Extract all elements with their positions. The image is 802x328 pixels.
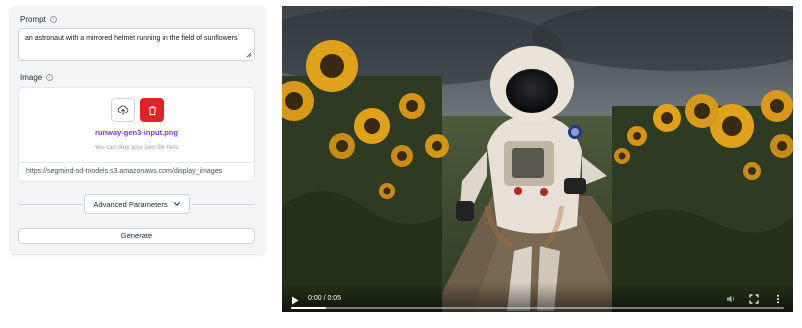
info-icon[interactable]: i — [49, 16, 57, 23]
video-controls: 0:00 / 0:05 — [282, 282, 793, 312]
upload-cloud-icon — [117, 105, 129, 115]
generate-button[interactable]: Generate — [18, 228, 255, 244]
info-icon[interactable]: i — [46, 74, 54, 81]
volume-icon[interactable] — [726, 294, 736, 304]
advanced-parameters-button[interactable]: Advanced Parameters — [84, 194, 190, 214]
divider-right — [192, 204, 255, 205]
video-progress-bar[interactable] — [291, 307, 784, 309]
video-frame — [282, 6, 793, 312]
uploaded-file-name[interactable]: runway-gen3-input.png — [19, 128, 254, 137]
input-panel: Prompt i an astronaut with a mirrored he… — [10, 6, 265, 254]
video-progress-fill — [291, 307, 326, 309]
resize-handle-icon[interactable] — [246, 52, 252, 58]
sunflowers-left — [282, 40, 449, 312]
image-url-field[interactable]: https://segmind-sd-models.s3.amazonaws.c… — [19, 162, 254, 182]
prompt-textarea[interactable]: an astronaut with a mirrored helmet runn… — [18, 28, 255, 61]
fullscreen-icon[interactable] — [749, 294, 759, 304]
delete-button[interactable] — [140, 98, 164, 122]
drop-hint: You can drop your own file here — [94, 145, 179, 151]
upload-button[interactable] — [111, 98, 135, 122]
video-player[interactable]: 0:00 / 0:05 — [282, 6, 793, 312]
time-display: 0:00 / 0:05 — [308, 295, 342, 302]
image-label-row: Image i — [20, 73, 54, 82]
chevron-down-icon — [173, 202, 180, 206]
image-upload-box[interactable]: runway-gen3-input.png You can drop your … — [18, 87, 255, 182]
more-vertical-icon[interactable] — [773, 294, 783, 304]
play-icon[interactable] — [291, 296, 299, 305]
trash-icon — [148, 105, 156, 115]
sunflowers-right — [612, 90, 793, 312]
image-label: Image — [20, 73, 43, 82]
prompt-label-row: Prompt i — [20, 15, 57, 24]
prompt-text: an astronaut with a mirrored helmet runn… — [25, 35, 238, 42]
prompt-label: Prompt — [20, 15, 46, 24]
advanced-parameters-label: Advanced Parameters — [93, 199, 168, 209]
divider-left — [18, 204, 82, 205]
